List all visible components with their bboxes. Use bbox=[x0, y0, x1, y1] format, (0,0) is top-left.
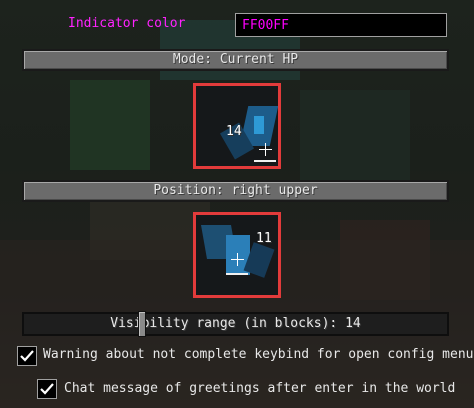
slider-handle[interactable] bbox=[138, 311, 146, 337]
indicator-color-value: FF00FF bbox=[242, 18, 289, 33]
position-button[interactable]: Position: right upper bbox=[22, 180, 449, 202]
preview-hp-number: 11 bbox=[256, 231, 272, 246]
indicator-color-label: Indicator color bbox=[68, 16, 186, 31]
check-icon bbox=[40, 383, 54, 395]
hp-bar bbox=[226, 273, 248, 275]
visibility-range-slider[interactable]: Visibility range (in blocks): 14 bbox=[22, 312, 449, 336]
hp-bar bbox=[254, 160, 276, 162]
indicator-preview-bottom: 11 bbox=[193, 212, 281, 298]
keybind-warning-checkbox[interactable] bbox=[17, 346, 37, 366]
mode-button[interactable]: Mode: Current HP bbox=[22, 49, 449, 71]
crosshair-icon bbox=[259, 143, 272, 156]
keybind-warning-label: Warning about not complete keybind for o… bbox=[43, 347, 474, 362]
check-icon bbox=[20, 350, 34, 362]
indicator-color-input[interactable]: FF00FF bbox=[235, 13, 447, 37]
greeting-message-checkbox[interactable] bbox=[37, 379, 57, 399]
greeting-message-label: Chat message of greetings after enter in… bbox=[64, 381, 456, 396]
indicator-preview-top: 14 bbox=[193, 83, 281, 169]
preview-hp-number: 14 bbox=[226, 124, 242, 139]
crosshair-icon bbox=[231, 253, 244, 266]
